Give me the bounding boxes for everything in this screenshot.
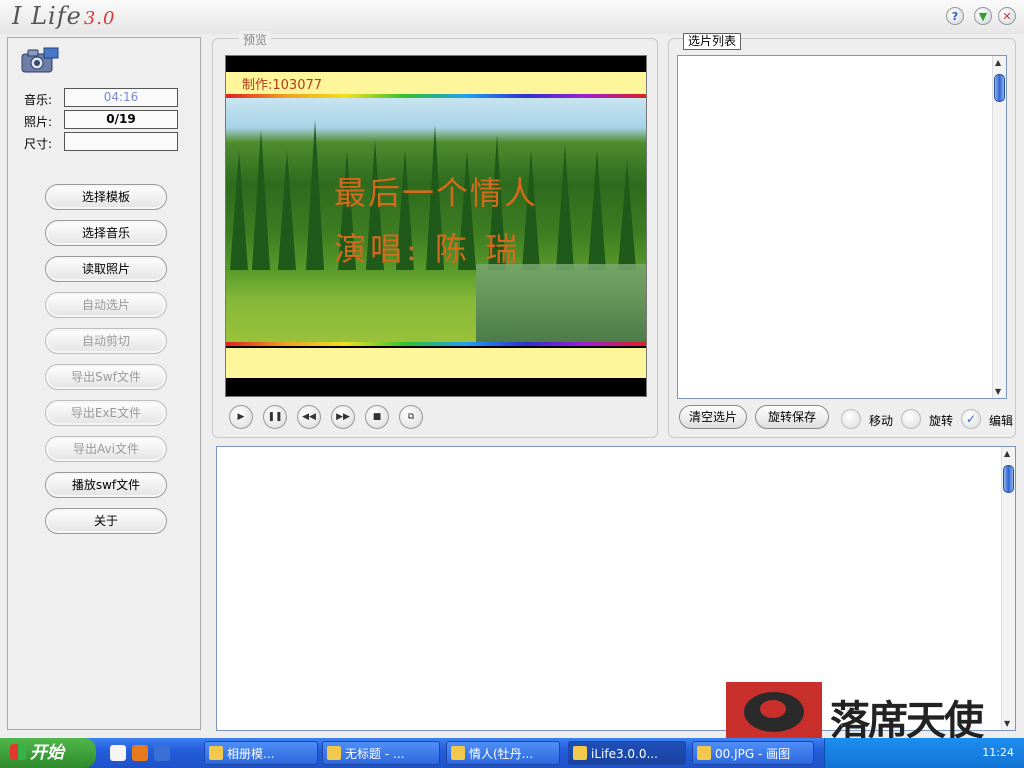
app-window: I Life 3.0 ? ▼ ✕ 音乐: 04:16 照片: 0/19 尺寸: 选…	[0, 0, 1024, 738]
photo-count-field: 0/19	[64, 110, 178, 129]
help-button[interactable]: ?	[946, 7, 964, 25]
export-exe-button[interactable]: 导出ExE文件	[45, 400, 167, 426]
select-music-button[interactable]: 选择音乐	[45, 220, 167, 246]
task-folder[interactable]: 情人(牡丹...	[446, 741, 560, 765]
task-paint[interactable]: 00.JPG - 画图	[692, 741, 814, 765]
photo-listbox[interactable]: ▲ ▼	[677, 55, 1007, 399]
watermark-emblem	[726, 682, 822, 742]
lake	[476, 264, 646, 344]
edit-option-label: 编辑	[989, 414, 1014, 428]
help-icon: ?	[951, 9, 959, 23]
stop-icon: ■	[372, 412, 382, 422]
select-template-button[interactable]: 选择模板	[45, 184, 167, 210]
preview-screen: 制作:103077 最后一个情人 演唱: 陈 瑞	[225, 55, 647, 397]
auto-crop-button[interactable]: 自动剪切	[45, 328, 167, 354]
quicklaunch-desktop-icon[interactable]	[154, 745, 170, 761]
task-notepad-label: 无标题 - ...	[345, 747, 405, 761]
size-label: 尺寸:	[24, 137, 53, 151]
load-photos-button[interactable]: 读取照片	[45, 256, 167, 282]
singer-text: 演唱: 陈 瑞	[334, 230, 522, 268]
app-version: 3.0	[83, 8, 116, 29]
preview-image: 最后一个情人 演唱: 陈 瑞	[226, 98, 646, 344]
export-swf-button[interactable]: 导出Swf文件	[45, 364, 167, 390]
about-button[interactable]: 关于	[45, 508, 167, 534]
minimize-button[interactable]: ▼	[974, 7, 992, 25]
clock: 11:24	[982, 746, 1014, 759]
music-duration-field: 04:16	[64, 88, 178, 107]
rewind-icon: ◀◀	[302, 412, 316, 422]
app-logo-text: I Life	[12, 2, 82, 30]
rotate-save-button[interactable]: 旋转保存	[755, 405, 829, 429]
rainbow-stripe-bottom	[226, 342, 646, 346]
quicklaunch-firefox-icon[interactable]	[132, 745, 148, 761]
rewind-button[interactable]: ◀◀	[297, 405, 321, 429]
preview-bottom-band	[226, 348, 646, 378]
ilife-icon	[573, 746, 587, 760]
task-folder-label: 情人(牡丹...	[469, 747, 534, 761]
system-tray: 11:24	[824, 738, 1024, 768]
pause-button[interactable]: ❚❚	[263, 405, 287, 429]
zoom-icon: ⧉	[407, 412, 415, 422]
edit-scroll-up-icon[interactable]: ▲	[1004, 449, 1010, 458]
taskbar: 开始 相册模... 无标题 - ... 情人(牡丹... iLife3.0.0.…	[0, 738, 1024, 768]
edit-scroll-thumb[interactable]	[1003, 465, 1014, 493]
photo-list-scrollbar[interactable]: ▲ ▼	[992, 56, 1006, 398]
zoom-button[interactable]: ⧉	[399, 405, 423, 429]
music-row: 音乐: 04:16	[24, 88, 184, 108]
task-notepad[interactable]: 无标题 - ...	[322, 741, 440, 765]
photo-row: 照片: 0/19	[24, 110, 184, 130]
size-field	[64, 132, 178, 151]
close-button[interactable]: ✕	[998, 7, 1016, 25]
notepad-icon	[327, 746, 341, 760]
camera-icon	[21, 47, 59, 73]
task-album[interactable]: 相册模...	[204, 741, 318, 765]
play-button[interactable]: ▶	[229, 405, 253, 429]
task-album-label: 相册模...	[227, 747, 275, 761]
firefox-icon	[209, 746, 223, 760]
minimize-icon: ▼	[978, 9, 988, 23]
task-paint-label: 00.JPG - 画图	[715, 747, 791, 761]
left-panel: 音乐: 04:16 照片: 0/19 尺寸: 选择模板 选择音乐 读取照片 自动…	[7, 37, 201, 730]
close-icon: ✕	[1002, 9, 1012, 23]
rotate-option-label: 旋转	[929, 414, 954, 428]
title-bar: I Life 3.0 ? ▼ ✕	[0, 0, 1024, 34]
app-logo: I Life 3.0	[12, 2, 115, 30]
watermark-logo: 落席天使	[726, 682, 1016, 744]
scroll-up-icon[interactable]: ▲	[995, 58, 1001, 67]
photo-list-title: 选片列表	[683, 33, 742, 50]
start-label: 开始	[30, 743, 64, 763]
windows-logo-icon	[10, 744, 26, 760]
size-row: 尺寸:	[24, 132, 184, 152]
scroll-down-icon[interactable]: ▼	[995, 387, 1001, 396]
play-swf-button[interactable]: 播放swf文件	[45, 472, 167, 498]
song-title: 最后一个情人	[334, 174, 539, 212]
music-label: 音乐:	[24, 93, 53, 107]
checkmark-icon: ✓	[965, 412, 977, 426]
start-button[interactable]: 开始	[0, 738, 96, 768]
forward-icon: ▶▶	[336, 412, 350, 422]
move-option-label: 移动	[869, 414, 894, 428]
quicklaunch-qq-icon[interactable]	[110, 745, 126, 761]
export-avi-button[interactable]: 导出Avi文件	[45, 436, 167, 462]
photo-label: 照片:	[24, 115, 53, 129]
edit-option[interactable]: ✓	[961, 409, 981, 429]
clear-selection-button[interactable]: 清空选片	[679, 405, 747, 429]
photo-list-group: 选片列表 ▲ ▼ 清空选片 旋转保存 移动 旋转 ✓ 编辑	[668, 33, 1016, 438]
scroll-thumb[interactable]	[994, 74, 1005, 102]
folder-icon	[451, 746, 465, 760]
play-icon: ▶	[237, 412, 245, 422]
preview-group: 预览 制作:103077 最后一个情人 演唱: 陈 瑞 ▶ ❚❚ ◀◀ ▶▶ ■…	[212, 31, 658, 438]
move-option[interactable]	[841, 409, 861, 429]
stop-button[interactable]: ■	[365, 405, 389, 429]
preview-credit: 制作:103077	[242, 78, 323, 93]
task-ilife-label: iLife3.0.0...	[591, 747, 658, 761]
forward-button[interactable]: ▶▶	[331, 405, 355, 429]
paint-icon	[697, 746, 711, 760]
rotate-option[interactable]	[901, 409, 921, 429]
pause-icon: ❚❚	[267, 412, 283, 422]
auto-select-button[interactable]: 自动选片	[45, 292, 167, 318]
task-ilife[interactable]: iLife3.0.0...	[568, 741, 686, 765]
preview-title: 预览	[239, 31, 272, 48]
